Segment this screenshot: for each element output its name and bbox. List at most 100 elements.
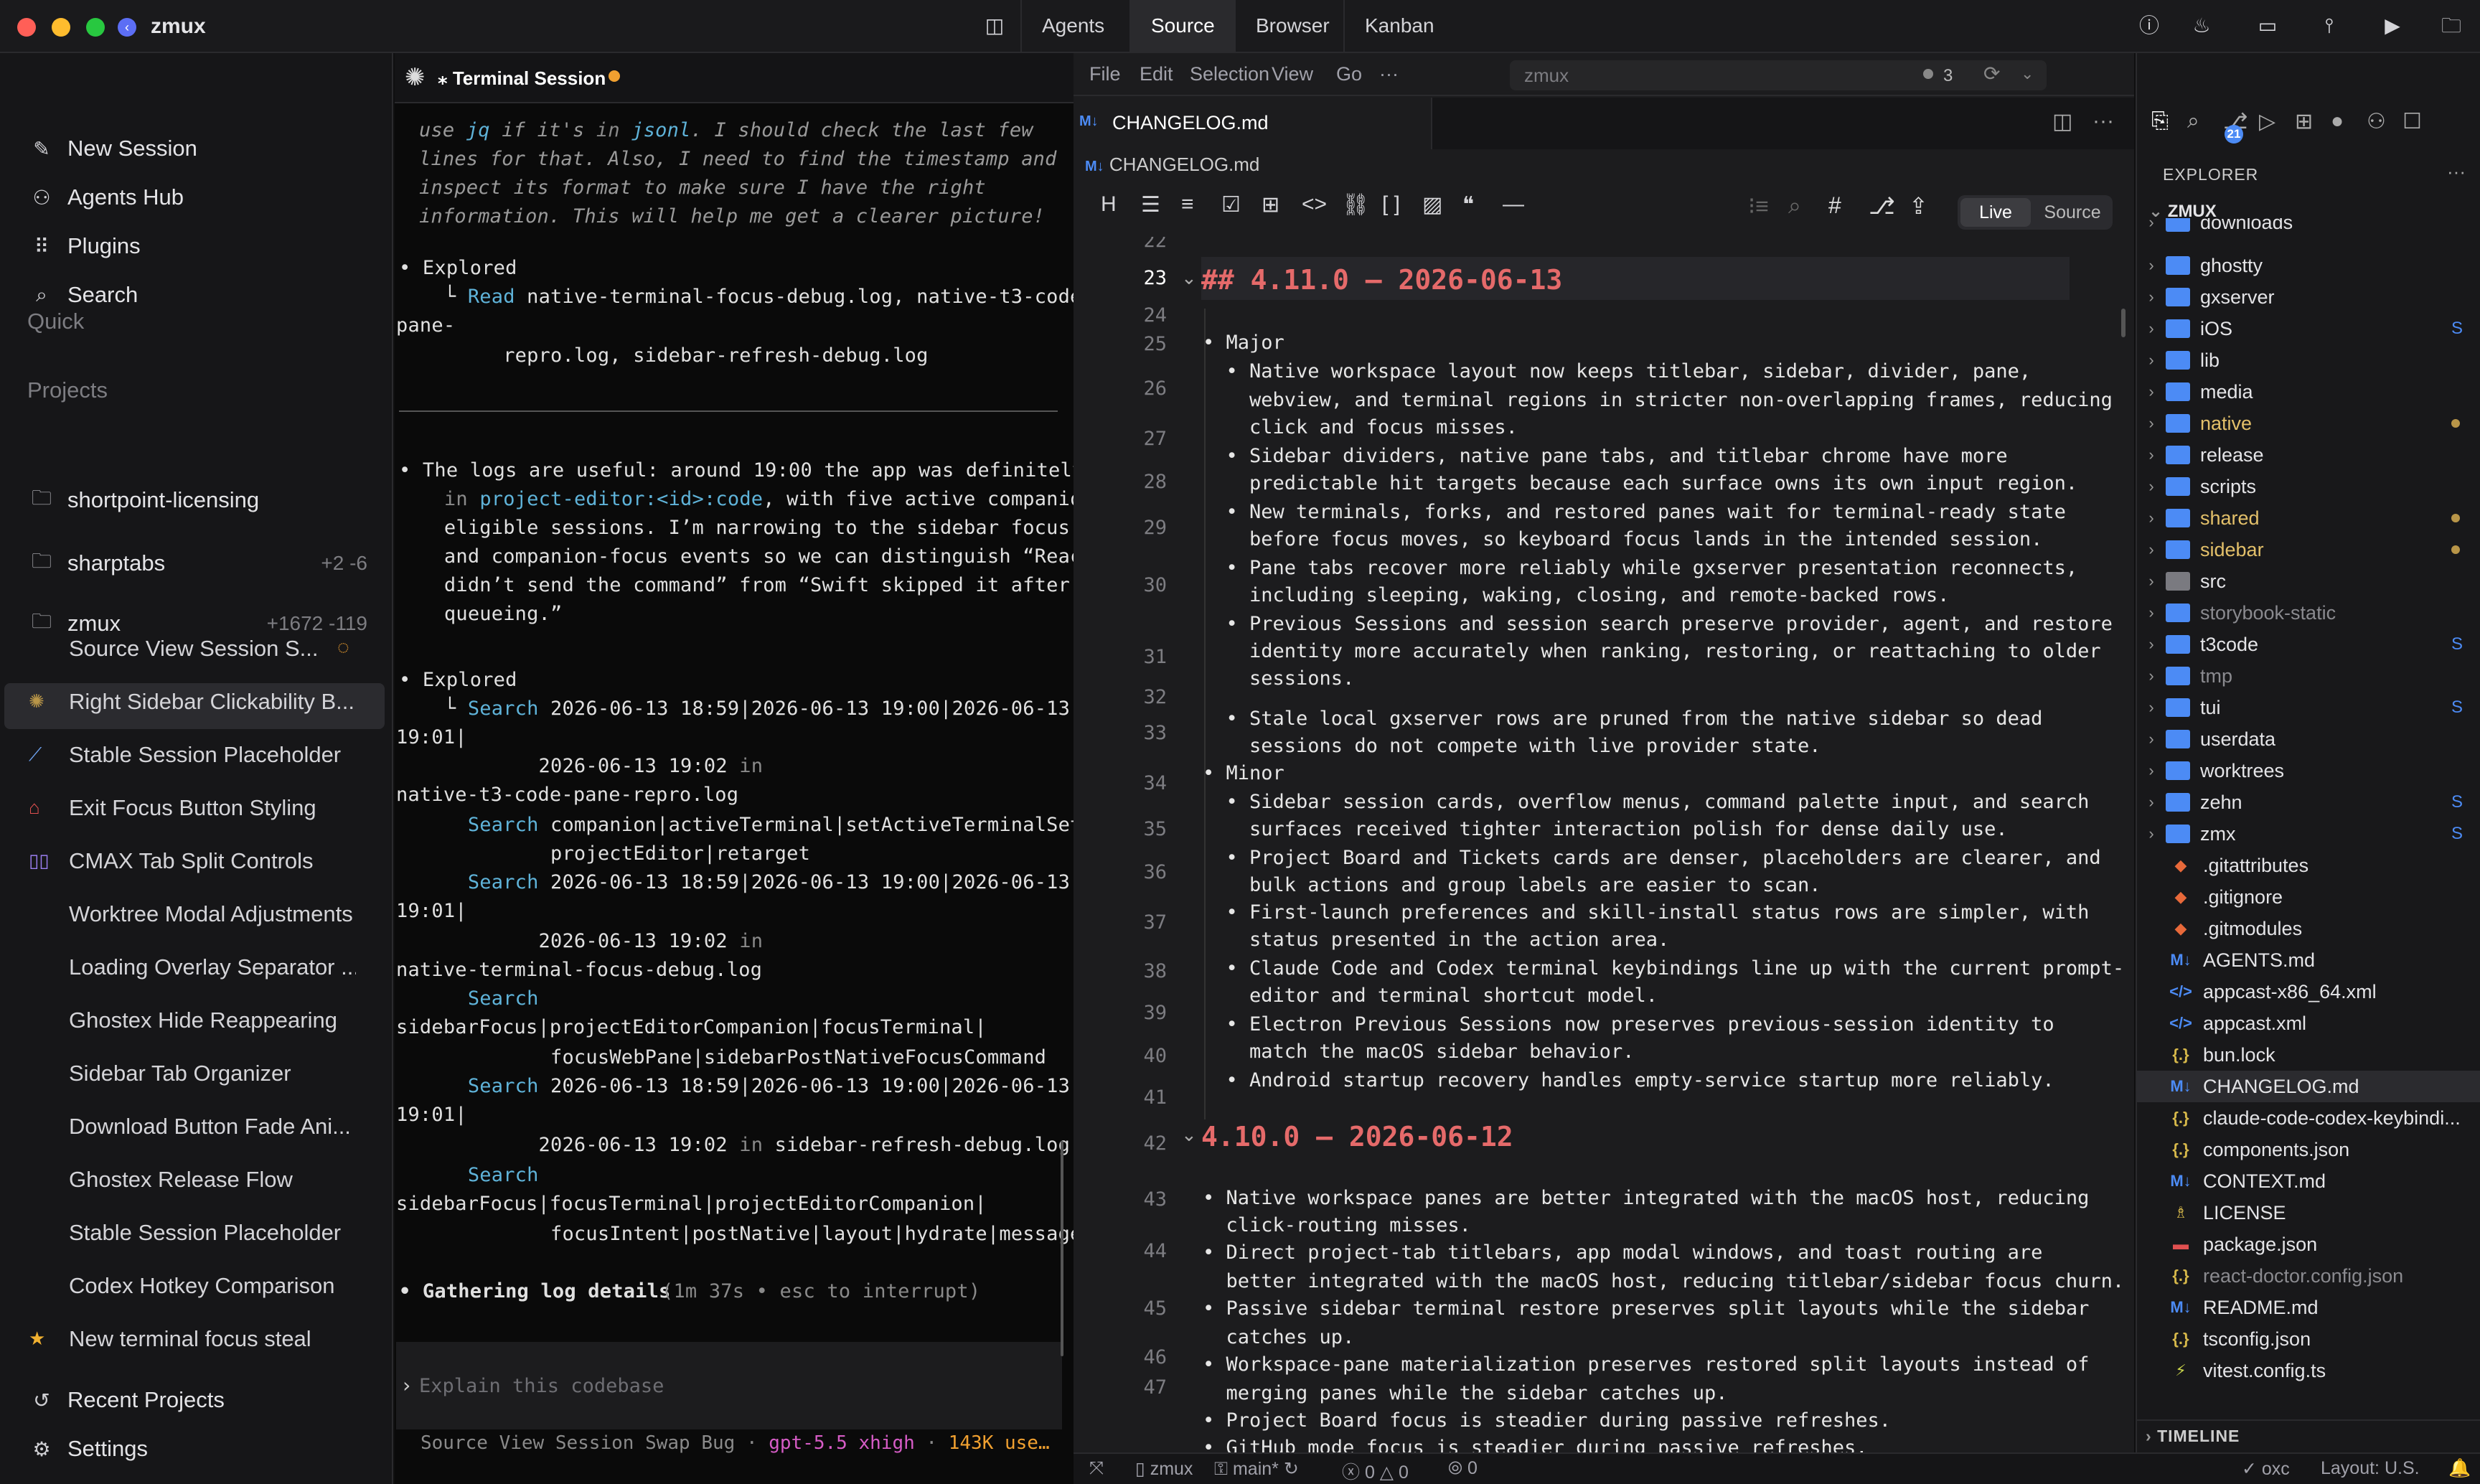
file-README.md[interactable]: M↓ README.md (2137, 1292, 2480, 1323)
menu-file[interactable]: File (1089, 63, 1121, 85)
agents-hub-button[interactable]: ⚇ Agents Hub (0, 175, 385, 220)
session-item[interactable]: CMAX Tab Split Controls (69, 848, 356, 874)
heading-icon[interactable]: H (1101, 192, 1117, 217)
session-item[interactable]: Source View Session S... (69, 636, 356, 662)
file-react-doctor.config.json[interactable]: {.} react-doctor.config.json (2137, 1260, 2480, 1292)
split-editor-icon[interactable]: ◫ (2052, 109, 2072, 134)
link-icon[interactable]: ⛓ (1342, 192, 1369, 217)
settings-button[interactable]: ⚙ Settings (0, 1427, 385, 1471)
find-icon[interactable]: ⌕ (1788, 192, 1801, 220)
quote-icon[interactable]: ❝ (1462, 192, 1474, 217)
project-sharptabs[interactable]: 🗀 sharptabs +2 -6 (0, 541, 385, 586)
source-mode-button[interactable]: Source (2037, 198, 2108, 227)
sidebar-toggle-icon[interactable]: ◫ (980, 11, 1009, 40)
brackets-icon[interactable]: [ ] (1382, 192, 1400, 217)
fold-chevron-icon[interactable]: ⌄ (1181, 1124, 1197, 1146)
session-item[interactable]: Stable Session Placeholder (69, 742, 356, 768)
search-icon[interactable]: ⌕ (2187, 109, 2199, 133)
chevron-down-icon[interactable]: ⌄ (2021, 65, 2034, 83)
menu-···[interactable]: ··· (1379, 63, 1399, 85)
numbered-list-icon[interactable]: ≡ (1181, 192, 1194, 217)
folder-userdata[interactable]: › userdata (2137, 723, 2480, 755)
github-icon[interactable]: ● (2331, 109, 2344, 133)
remote-icon[interactable]: ⤧ (1089, 1458, 1104, 1479)
session-item[interactable]: Download Button Fade Ani... (69, 1114, 356, 1140)
image-icon[interactable]: ▨ (1422, 192, 1442, 217)
folder-lib[interactable]: › lib (2137, 344, 2480, 376)
agents-icon[interactable]: ⚇ (2367, 109, 2386, 134)
play-icon[interactable]: ▶ (2378, 11, 2407, 40)
menu-view[interactable]: View (1272, 63, 1313, 85)
folder-tmp[interactable]: › tmp (2137, 660, 2480, 692)
agent-icon[interactable]: ♨ (2187, 11, 2216, 40)
folder-media[interactable]: › media (2137, 376, 2480, 408)
session-item[interactable]: Stable Session Placeholder (69, 1220, 356, 1246)
session-item[interactable]: Ghostex Release Flow (69, 1167, 356, 1193)
run-icon[interactable]: ▷ (2259, 109, 2275, 134)
hashtag-icon[interactable]: # (1828, 192, 1841, 219)
folder-src[interactable]: › src (2137, 565, 2480, 597)
folder-storybook-static[interactable]: › storybook-static (2137, 597, 2480, 629)
session-item[interactable]: Codex Hotkey Comparison (69, 1273, 356, 1299)
session-item[interactable]: Exit Focus Button Styling (69, 795, 356, 821)
editor-scrollbar[interactable] (2121, 309, 2126, 337)
file-components.json[interactable]: {.} components.json (2137, 1134, 2480, 1165)
session-item[interactable]: New terminal focus steal (69, 1326, 356, 1352)
folder-native[interactable]: › native (2137, 408, 2480, 439)
folder-ghostty[interactable]: › ghostty (2137, 250, 2480, 281)
folder-release[interactable]: › release (2137, 439, 2480, 471)
project-shortpoint-licensing[interactable]: 🗀 shortpoint-licensing (0, 478, 385, 522)
outline-icon[interactable]: ⁝≡ (1748, 192, 1769, 220)
bullet-list-icon[interactable]: ☰ (1141, 192, 1160, 217)
table-icon[interactable]: ⊞ (1262, 192, 1279, 217)
live-mode-button[interactable]: Live (1960, 198, 2031, 227)
zoom-window-button[interactable] (86, 18, 105, 37)
folder-shared[interactable]: › shared (2137, 502, 2480, 534)
session-item[interactable]: Loading Overlay Separator ... (69, 954, 356, 980)
file-bun.lock[interactable]: {.} bun.lock (2137, 1039, 2480, 1071)
timeline-section[interactable]: › TIMELINE (2146, 1427, 2240, 1446)
branch-indicator[interactable]: ⚿ main* ↻ (1214, 1458, 1299, 1480)
plugins-button[interactable]: ⠿ Plugins (0, 224, 385, 268)
back-icon[interactable]: ‹ (118, 18, 136, 37)
file-package.json[interactable]: ▬ package.json (2137, 1229, 2480, 1260)
folder-tui[interactable]: › tui S (2137, 692, 2480, 723)
file-appcast-x86_64.xml[interactable]: </> appcast-x86_64.xml (2137, 976, 2480, 1008)
explorer-more-icon[interactable]: ··· (2447, 161, 2466, 183)
project-indicator[interactable]: ▯ zmux (1135, 1458, 1193, 1480)
info-icon[interactable]: ⓘ (2135, 11, 2164, 40)
tab-agents[interactable]: Agents (1020, 0, 1124, 53)
folder-sidebar[interactable]: › sidebar (2137, 534, 2480, 565)
file-LICENSE[interactable]: ♗ LICENSE (2137, 1197, 2480, 1229)
close-window-button[interactable] (17, 18, 36, 37)
session-item[interactable]: Sidebar Tab Organizer (69, 1061, 356, 1086)
folder-worktrees[interactable]: › worktrees (2137, 755, 2480, 786)
folder-icon[interactable]: 🗀 (2437, 11, 2466, 40)
terminal-output[interactable]: use jq if it's in jsonl. I should check … (395, 103, 1074, 1452)
file-appcast.xml[interactable]: </> appcast.xml (2137, 1008, 2480, 1039)
session-item[interactable]: Worktree Modal Adjustments (69, 901, 356, 927)
file-vitest.config.ts[interactable]: ⚡ vitest.config.ts (2137, 1355, 2480, 1386)
folder-gxserver[interactable]: › gxserver (2137, 281, 2480, 313)
tab-kanban[interactable]: Kanban (1343, 0, 1455, 53)
prompt-box[interactable]: › Explain this codebase (396, 1342, 1062, 1429)
recent-projects-button[interactable]: ↺ Recent Projects (0, 1378, 385, 1422)
file-claude-code-codex-keybindi...[interactable]: {.} claude-code-codex-keybindi... (2137, 1102, 2480, 1134)
file-CHANGELOG.md[interactable]: M↓ CHANGELOG.md (2137, 1071, 2480, 1102)
more-icon[interactable]: ··· (2092, 109, 2114, 133)
problems-indicator[interactable]: ⓧ 0 △ 0 (1342, 1458, 1409, 1484)
session-item[interactable]: Ghostex Hide Reappearing (69, 1008, 356, 1033)
folder-iOS[interactable]: › iOS S (2137, 313, 2480, 344)
oxc-indicator[interactable]: ✓ oxc (2242, 1458, 2290, 1480)
tab-changelog[interactable]: M↓ CHANGELOG.md (1074, 98, 1432, 149)
ports-indicator[interactable]: ⦾ 0 (1448, 1458, 1478, 1479)
file-.gitattributes[interactable]: ◆ .gitattributes (2137, 850, 2480, 881)
monitor-icon[interactable]: ▭ (2253, 11, 2282, 40)
folder-scripts[interactable]: › scripts (2137, 471, 2480, 502)
task-list-icon[interactable]: ☑ (1221, 192, 1241, 217)
menu-selection[interactable]: Selection (1190, 63, 1269, 85)
commit-icon[interactable]: ⫯ (2315, 11, 2344, 40)
folder-downloads[interactable]: › downloads (2137, 218, 2480, 238)
markdown-editor[interactable]: 22 23 24 25 26 27 28 29 30 31 32 33 34 35 36 37 38 39 40 41… (1074, 237, 2128, 1452)
session-item[interactable]: Right Sidebar Clickability B... (69, 689, 356, 715)
